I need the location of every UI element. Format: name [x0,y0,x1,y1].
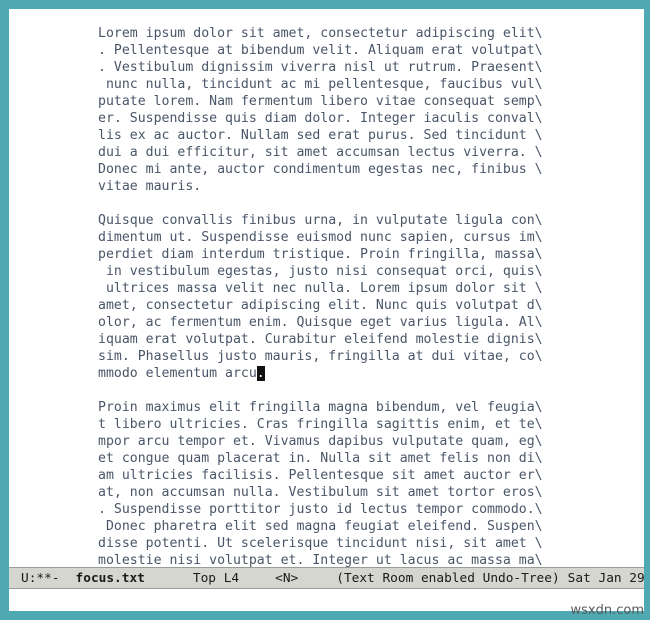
buffer-line[interactable]: dui a dui efficitur, sit amet accumsan l… [98,144,644,161]
buffer-line[interactable]: in vestibulum egestas, justo nisi conseq… [98,263,644,280]
buffer-line[interactable]: sim. Phasellus justo mauris, fringilla a… [98,348,644,365]
window-frame: Lorem ipsum dolor sit amet, consectetur … [0,0,650,620]
buffer-blank-line[interactable] [98,382,644,399]
emacs-screenshot: Lorem ipsum dolor sit amet, consectetur … [0,0,650,620]
buffer-line[interactable]: t libero ultricies. Cras fringilla sagit… [98,416,644,433]
buffer-line[interactable]: Donec mi ante, auctor condimentum egesta… [98,161,644,178]
buffer-line[interactable]: Donec pharetra elit sed magna feugiat el… [98,518,644,535]
mode-line-buffer-name[interactable]: focus.txt [60,571,145,586]
buffer-line[interactable]: perdiet diam interdum tristique. Proin f… [98,246,644,263]
buffer-line[interactable]: mpor arcu tempor et. Vivamus dapibus vul… [98,433,644,450]
buffer-line[interactable]: putate lorem. Nam fermentum libero vitae… [98,93,644,110]
buffer-line[interactable]: disse potenti. Ut scelerisque tincidunt … [98,535,644,552]
mode-line: U:**- focus.txt Top L4 <N> (Text Room en… [9,567,644,589]
buffer-blank-line[interactable] [98,195,644,212]
text-cursor: . [256,366,265,381]
buffer-line[interactable]: nunc nulla, tincidunt ac mi pellentesque… [98,76,644,93]
buffer-line[interactable]: amet, consectetur adipiscing elit. Nunc … [98,297,644,314]
mode-line-flags: U:**- [21,570,60,586]
buffer-line[interactable]: ultrices massa velit nec nulla. Lorem ip… [98,280,644,297]
buffer-line[interactable]: mmodo elementum arcu. [98,365,644,382]
buffer-line[interactable]: at, non accumsan nulla. Vestibulum sit a… [98,484,644,501]
buffer-line[interactable]: et congue quam placerat in. Nulla sit am… [98,450,644,467]
buffer-line[interactable]: olor, ac fermentum enim. Quisque eget va… [98,314,644,331]
editor-window[interactable]: Lorem ipsum dolor sit amet, consectetur … [9,9,644,611]
buffer-line[interactable]: . Suspendisse porttitor justo id lectus … [98,501,644,518]
echo-area[interactable] [9,589,644,611]
buffer-line[interactable]: vitae mauris. [98,178,644,195]
buffer-line[interactable]: Proin maximus elit fringilla magna biben… [98,399,644,416]
buffer-line[interactable]: dimentum ut. Suspendisse euismod nunc sa… [98,229,644,246]
mode-line-minor-modes[interactable]: (Text Room enabled Undo-Tree) [298,571,559,586]
mode-line-position: Top L4 [192,570,240,586]
buffer-text[interactable]: Lorem ipsum dolor sit amet, consectetur … [9,9,644,580]
buffer-line[interactable]: am ultricies facilisis. Pellentesque sit… [98,467,644,484]
buffer-line[interactable]: er. Suspendisse quis diam dolor. Integer… [98,110,644,127]
text-buffer-area[interactable]: Lorem ipsum dolor sit amet, consectetur … [9,9,644,580]
buffer-line[interactable]: Lorem ipsum dolor sit amet, consectetur … [98,25,644,42]
buffer-line[interactable]: . Vestibulum dignissim viverra nisl ut r… [98,59,644,76]
buffer-line[interactable]: Quisque convallis finibus urna, in vulpu… [98,212,644,229]
buffer-line[interactable]: lis ex ac auctor. Nullam sed erat purus.… [98,127,644,144]
buffer-line[interactable]: iquam erat volutpat. Curabitur eleifend … [98,331,644,348]
buffer-line[interactable]: . Pellentesque at bibendum velit. Aliqua… [98,42,644,59]
mode-line-date: Sat Jan 29 [567,570,644,586]
mode-line-input-method: <N> [275,570,299,586]
watermark: wsxdn.com [570,603,645,618]
